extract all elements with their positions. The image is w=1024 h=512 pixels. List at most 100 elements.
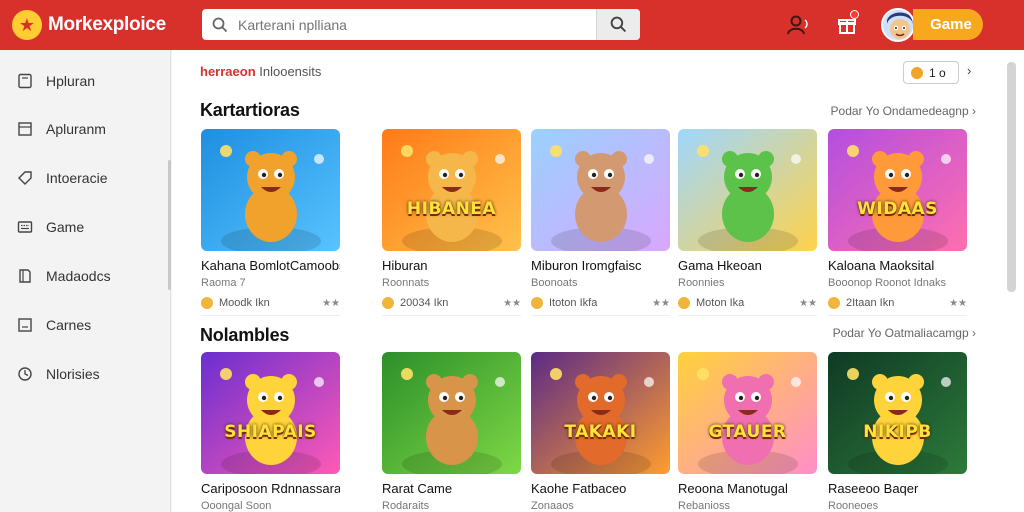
coin-selector[interactable]: 1 o bbox=[903, 61, 959, 84]
takaki-fidaaks-thumb[interactable]: TAKAKI bbox=[531, 352, 670, 474]
card-subtitle: Booonop Roonot Idnaks bbox=[828, 277, 947, 289]
user-icon[interactable] bbox=[784, 12, 810, 38]
rating-stars: ★★ bbox=[949, 297, 967, 309]
card-title[interactable]: Miburon Iromgfaisc bbox=[531, 258, 670, 273]
sidebar-item-madaodcs[interactable]: Madaodcs bbox=[0, 258, 170, 294]
card-title[interactable]: Rarat Came bbox=[382, 481, 521, 496]
shiapais-puzzle-thumb[interactable]: SHIAPAIS bbox=[201, 352, 340, 474]
green-alien-thumb[interactable] bbox=[678, 129, 817, 251]
rating-stars: ★★ bbox=[322, 297, 340, 309]
game-card[interactable]: HIBANEA Hiburan Roonnats 20034 Ikn ★★ bbox=[382, 129, 521, 316]
game-card[interactable]: WIDAAS Kaloana Maoksital Booonop Roonot Id… bbox=[828, 129, 967, 316]
document-icon bbox=[16, 120, 34, 138]
card-price: Moton Ika bbox=[696, 297, 745, 309]
search-button[interactable] bbox=[596, 9, 640, 40]
sidebar-item-label: Game bbox=[46, 219, 85, 235]
sidebar-item-apluranm[interactable]: Apluranm bbox=[0, 111, 170, 147]
card-title[interactable]: Kaloana Maoksital bbox=[828, 258, 967, 273]
game-card[interactable]: TAKAKI Kaohe Fatbaceo Zonaaos bbox=[531, 352, 670, 512]
coin-icon bbox=[911, 66, 923, 79]
card-price: 20034 Ikn bbox=[400, 297, 449, 309]
section-title: Kartartioras bbox=[200, 100, 300, 120]
thumb-logo-text: HIBANEA bbox=[406, 199, 497, 219]
card-title[interactable]: Gama Hkeoan bbox=[678, 258, 817, 273]
card-subtitle: Boonoats bbox=[531, 277, 578, 289]
thumb-logo-text: TAKAKI bbox=[564, 422, 637, 442]
keyboard-icon bbox=[16, 218, 34, 236]
dogs-friends-thumb[interactable] bbox=[382, 352, 521, 474]
card-subtitle: Rodaraits bbox=[382, 500, 430, 512]
card-meta: Itoton Ikfa ★★ bbox=[531, 297, 670, 316]
game-card[interactable]: SHIAPAIS Cariposoon Rdnnassaran Ooongal So… bbox=[201, 352, 340, 512]
game-card[interactable]: NIKIPB Raseeoo Baqer Rooneoes bbox=[828, 352, 967, 512]
game-card[interactable]: Miburon Iromgfaisc Boonoats Itoton Ikfa ★★ bbox=[531, 129, 670, 316]
nikipb-toinbix-thumb[interactable]: NIKIPB bbox=[828, 352, 967, 474]
sidebar-item-game[interactable]: Game bbox=[0, 209, 170, 245]
hibanea-logo-thumb[interactable]: HIBANEA bbox=[382, 129, 521, 251]
sidebar-item-nlorisies[interactable]: Nlorisies bbox=[0, 356, 170, 392]
game-button[interactable]: Game bbox=[913, 9, 983, 40]
sidebar-item-label: Hpluran bbox=[46, 73, 96, 89]
sidebar-item-carnes[interactable]: Carnes bbox=[0, 307, 170, 343]
card-subtitle: Zonaaos bbox=[531, 500, 574, 512]
sidebar-item-label: Nlorisies bbox=[46, 366, 100, 382]
game-card[interactable]: GTAUER Reoona Manotugal Rebanioss bbox=[678, 352, 817, 512]
coin-icon bbox=[201, 297, 213, 309]
thumb-logo-text: SHIAPAIS bbox=[224, 422, 317, 442]
card-subtitle: Raoma 7 bbox=[201, 277, 246, 289]
rating-stars: ★★ bbox=[503, 297, 521, 309]
card-title[interactable]: Kahana BomlotCamoobs bbox=[201, 258, 340, 273]
card-meta: 2Itaan Ikn ★★ bbox=[828, 297, 967, 316]
coin-value: 1 o bbox=[929, 65, 946, 80]
thumb-logo-text: GTAUER bbox=[708, 422, 787, 442]
card-title[interactable]: Reoona Manotugal bbox=[678, 481, 817, 496]
search-bar bbox=[202, 9, 640, 40]
bookmark-icon bbox=[16, 267, 34, 285]
search-input[interactable] bbox=[238, 9, 596, 40]
card-title[interactable]: Raseeoo Baqer bbox=[828, 481, 967, 496]
section-title: Nolambles bbox=[200, 325, 290, 345]
chevron-right-icon[interactable]: › bbox=[967, 63, 971, 78]
card-subtitle: Rooneoes bbox=[828, 500, 879, 512]
card-price: 2Itaan Ikn bbox=[846, 297, 895, 309]
main-scrollbar[interactable] bbox=[1007, 62, 1016, 292]
thumb-logo-text: NIKIPB bbox=[863, 422, 932, 442]
card-subtitle: Rebanioss bbox=[678, 500, 730, 512]
widaas-candy-thumb[interactable]: WIDAAS bbox=[828, 129, 967, 251]
sidebar-item-hpluran[interactable]: Hpluran bbox=[0, 63, 170, 99]
mouse-hero-thumb[interactable] bbox=[531, 129, 670, 251]
star-logo-icon: ★ bbox=[12, 10, 42, 40]
gtauer-fruonds-thumb[interactable]: GTAUER bbox=[678, 352, 817, 474]
rating-stars: ★★ bbox=[799, 297, 817, 309]
section-more-link[interactable]: Podar Yo Ondamedeagnp › bbox=[831, 104, 976, 118]
clock-icon bbox=[16, 365, 34, 383]
section-more-link[interactable]: Podar Yo Oatmaliacamgp › bbox=[833, 326, 976, 340]
card-title[interactable]: Hiburan bbox=[382, 258, 521, 273]
search-icon bbox=[610, 16, 627, 33]
sidebar-item-label: Carnes bbox=[46, 317, 92, 333]
brand-name: Morkexploice bbox=[48, 14, 166, 35]
card-meta: Moton Ika ★★ bbox=[678, 297, 817, 316]
main-content: herraeon Inlooensits 1 o › Kartartioras … bbox=[172, 50, 1024, 512]
card-title[interactable]: Kaohe Fatbaceo bbox=[531, 481, 670, 496]
subhead-highlight: herraeon bbox=[200, 64, 256, 79]
game-card[interactable]: Gama Hkeoan Roonnies Moton Ika ★★ bbox=[678, 129, 817, 316]
gift-icon[interactable] bbox=[834, 10, 860, 38]
sidebar-item-intoeracie[interactable]: Intoeracie bbox=[0, 160, 170, 196]
card-price: Itoton Ikfa bbox=[549, 297, 598, 309]
brand[interactable]: ★ Morkexploice bbox=[12, 10, 182, 40]
card-title[interactable]: Cariposoon Rdnnassaran bbox=[201, 481, 340, 496]
coin-icon bbox=[828, 297, 840, 309]
card-meta: 20034 Ikn ★★ bbox=[382, 297, 521, 316]
top-bar: ★ Morkexploice Game bbox=[0, 0, 1024, 50]
game-card[interactable]: Kahana BomlotCamoobs Raoma 7 Moodk Ikn ★★ bbox=[201, 129, 340, 316]
card-meta: Moodk Ikn ★★ bbox=[201, 297, 340, 316]
coin-icon bbox=[382, 297, 394, 309]
sidebar-scrollbar[interactable] bbox=[168, 160, 171, 290]
rating-stars: ★★ bbox=[652, 297, 670, 309]
game-card[interactable]: Rarat Came Rodaraits bbox=[382, 352, 521, 512]
card-subtitle: Roonnies bbox=[678, 277, 725, 289]
avatar[interactable] bbox=[881, 8, 915, 42]
bear-hero-thumb[interactable] bbox=[201, 129, 340, 251]
image-icon bbox=[16, 316, 34, 334]
